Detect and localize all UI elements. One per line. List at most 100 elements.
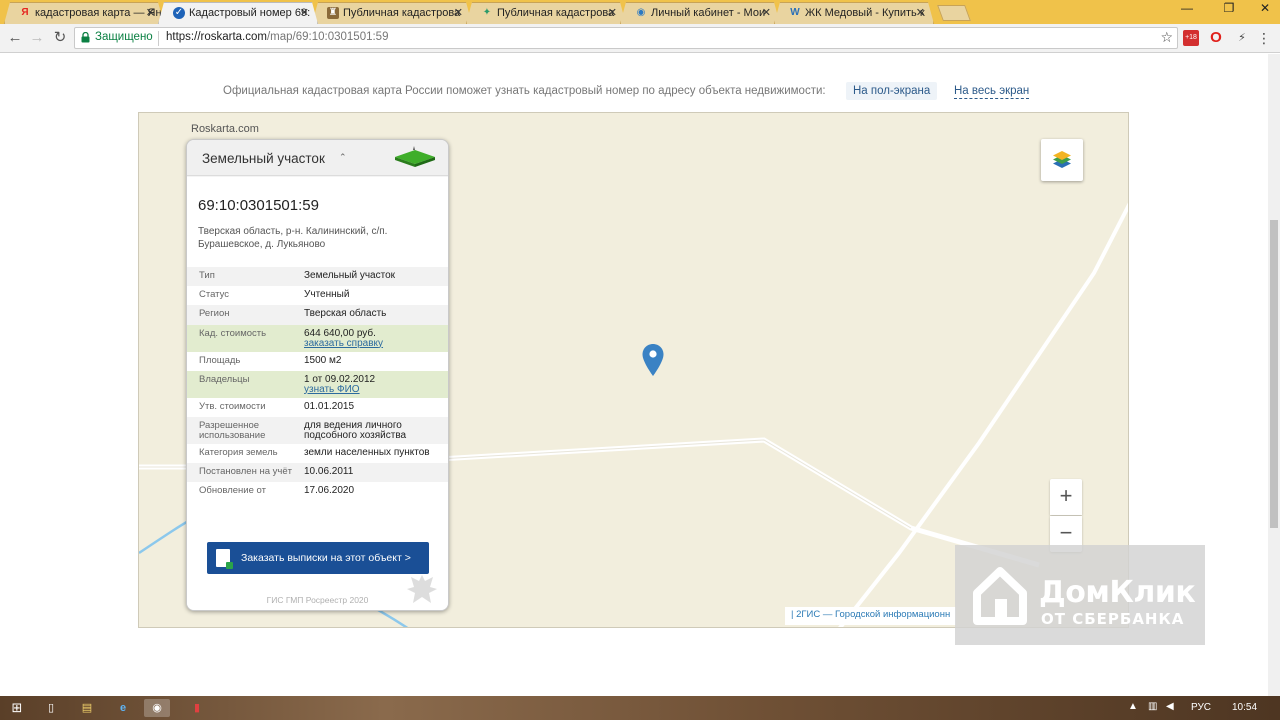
tab-roskarta[interactable]: ✓ Кадастровый номер 69: ✕: [158, 2, 318, 24]
leaf-icon: ✦: [482, 7, 492, 18]
file-icon[interactable]: ▯: [38, 699, 64, 717]
divider: [158, 31, 159, 46]
layers-icon: [1053, 151, 1071, 168]
scrollbar-thumb[interactable]: [1270, 220, 1278, 528]
browser-tab-strip: Я кадастровая карта — Ян ✕ ✓ Кадастровый…: [0, 0, 1280, 24]
flash-icon[interactable]: ⚡: [1234, 30, 1250, 46]
secure-label: Защищено: [95, 31, 153, 43]
full-screen-link[interactable]: На весь экран: [954, 85, 1030, 99]
chevron-up-icon[interactable]: ⌃: [339, 152, 347, 163]
close-icon[interactable]: ✕: [916, 3, 925, 23]
chrome-icon[interactable]: ◉: [144, 699, 170, 717]
opera-icon[interactable]: O: [1208, 30, 1224, 46]
card-footer: ГИС ГМП Росреестр 2020: [266, 595, 369, 605]
domclick-watermark: ДомКлик ОТ СБЕРБАНКА: [955, 545, 1205, 645]
table-row: Тип Земельный участок: [187, 267, 448, 287]
page-scrollbar[interactable]: [1268, 54, 1280, 696]
row-key: Категория земель: [199, 446, 278, 458]
w-icon: W: [790, 7, 800, 18]
table-row: Разрешенное использование для ведения ли…: [187, 416, 448, 444]
close-icon[interactable]: ✕: [454, 3, 463, 23]
row-value: 1 от 09.02.2012 узнать ФИО: [304, 371, 448, 398]
url-host: https://roskarta.com: [166, 31, 267, 43]
table-row: Регион Тверская область: [187, 305, 448, 325]
card-body: 69:10:0301501:59 Тверская область, р-н. …: [187, 177, 448, 610]
row-key: Статус: [199, 289, 230, 301]
order-extract-button[interactable]: Заказать выписки на этот объект >: [207, 542, 429, 574]
new-tab-button[interactable]: [937, 5, 971, 21]
table-row: Категория земель земли населенных пункто…: [187, 444, 448, 463]
lock-icon: [81, 32, 90, 43]
adblock-icon[interactable]: +18: [1183, 30, 1199, 46]
row-value: Земельный участок: [304, 270, 396, 281]
row-key: Кад. стоимость: [199, 327, 267, 339]
tab-title: Личный кабинет - Мои: [651, 7, 766, 19]
zoom-in-button[interactable]: +: [1050, 479, 1082, 515]
tab-title: ЖК Медовый - Купить к: [805, 7, 925, 19]
window-close-icon[interactable]: ✕: [1250, 1, 1280, 15]
tab-title: Публичная кадастрова: [497, 7, 615, 19]
windows-taskbar: ⊞ ▯ ▤ e ◉ ▮ ▲ ▥ ◀ РУС 10:54: [0, 696, 1280, 720]
location-marker-icon[interactable]: [641, 343, 665, 377]
table-row: Обновление от 17.06.2020: [187, 482, 448, 501]
language-indicator[interactable]: РУС: [1191, 702, 1211, 713]
clock[interactable]: 10:54: [1232, 702, 1257, 713]
minimize-icon[interactable]: —: [1172, 1, 1202, 15]
table-row: Постановлен на учёт 10.06.2011: [187, 463, 448, 483]
menu-icon[interactable]: ⋮: [1256, 30, 1272, 46]
row-value: 17.06.2020: [304, 485, 355, 497]
check-shield-icon: ✓: [174, 7, 184, 18]
tray-arrow-icon[interactable]: ▲: [1128, 701, 1138, 712]
url-text: https://roskarta.com/map/69:10:0301501:5…: [166, 31, 388, 43]
tab-medovy[interactable]: W ЖК Медовый - Купить к ✕: [774, 2, 934, 24]
avito-watermark: Avito: [1168, 672, 1232, 697]
parcel-address: Тверская область, р-н. Калининский, с/п.…: [198, 226, 388, 250]
close-icon[interactable]: ✕: [762, 3, 771, 23]
browser-toolbar: ← → ↻ Защищено https://roskarta.com/map/…: [0, 24, 1280, 53]
card-title: Земельный участок: [202, 151, 325, 166]
yandex-icon: Я: [21, 7, 29, 18]
card-header[interactable]: Земельный участок ⌃: [187, 140, 448, 176]
map-attribution[interactable]: | 2ГИС — Городской информационн: [785, 607, 957, 625]
tab-rosreestr-1[interactable]: ♜ Публичная кадастрова ✕: [312, 2, 472, 24]
row-key: Обновление от: [199, 485, 266, 497]
tab-title: кадастровая карта — Ян: [35, 7, 162, 19]
windows-start-icon[interactable]: ⊞: [4, 699, 30, 717]
url-path: /map/69:10:0301501:59: [266, 31, 389, 43]
tab-rosreestr-2[interactable]: ✦ Публичная кадастрова ✕: [466, 2, 626, 24]
bookmark-star-icon[interactable]: ☆: [1160, 29, 1173, 46]
row-value: 1500 м2: [304, 354, 342, 366]
half-screen-button[interactable]: На пол-экрана: [846, 82, 938, 100]
parcel-info-card: Земельный участок ⌃ 69:10:0301501:59 Тве…: [186, 139, 449, 611]
row-value: 01.01.2015: [304, 400, 355, 412]
cadastral-number: 69:10:0301501:59: [198, 197, 319, 214]
land-plot-icon: [395, 146, 435, 167]
row-value: Тверская область: [304, 308, 387, 320]
document-icon: [216, 549, 233, 569]
tab-cabinet[interactable]: ◉ Личный кабинет - Мои ✕: [620, 2, 780, 24]
tab-yandex[interactable]: Я кадастровая карта — Ян ✕: [4, 2, 164, 24]
back-icon[interactable]: ←: [6, 29, 24, 47]
forward-icon[interactable]: →: [28, 29, 46, 47]
close-icon[interactable]: ✕: [146, 3, 155, 23]
folder-icon[interactable]: ▤: [74, 699, 100, 717]
volume-icon[interactable]: ◀: [1166, 701, 1174, 712]
order-certificate-link[interactable]: заказать справку: [304, 338, 383, 349]
row-value: 10.06.2011: [304, 466, 354, 478]
row-key: Постановлен на учёт: [199, 466, 292, 478]
intro-text: Официальная кадастровая карта России пом…: [223, 85, 826, 97]
map-source-label: Roskarta.com: [191, 123, 259, 135]
close-icon[interactable]: ✕: [608, 3, 617, 23]
address-bar[interactable]: Защищено https://roskarta.com/map/69:10:…: [74, 27, 1178, 49]
close-icon[interactable]: ✕: [300, 3, 309, 23]
ie-icon[interactable]: e: [110, 699, 136, 717]
owner-name-link[interactable]: узнать ФИО: [304, 384, 360, 395]
row-value: для ведения личного подсобного хозяйства: [304, 419, 407, 441]
reload-icon[interactable]: ↻: [51, 29, 69, 47]
network-icon[interactable]: ▥: [1148, 701, 1157, 712]
restore-icon[interactable]: ❐: [1214, 1, 1244, 15]
layers-button[interactable]: [1041, 139, 1083, 181]
row-key: Тип: [199, 270, 215, 281]
app-icon[interactable]: ▮: [184, 699, 210, 717]
row-key: Регион: [199, 308, 230, 320]
